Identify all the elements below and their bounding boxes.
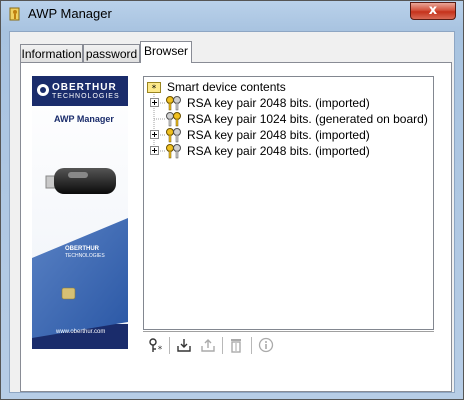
key-pair-icon [166, 96, 181, 111]
info-icon [258, 337, 274, 353]
tree-root-label: Smart device contents [167, 80, 286, 94]
tab-password[interactable]: password [83, 44, 140, 63]
export-button[interactable] [200, 337, 216, 353]
generate-key-button[interactable]: * [148, 337, 164, 355]
banner-brand: OBERTHUR [52, 82, 117, 93]
banner-brand-sub: TECHNOLOGIES [52, 93, 120, 100]
oberthur-banner: OBERTHUR TECHNOLOGIES AWP Manager OBERTH… [32, 76, 128, 349]
toolbar-divider [143, 331, 434, 332]
tree-item-label: RSA key pair 2048 bits. (imported) [187, 128, 370, 142]
card-brand-sub: TECHNOLOGIES [65, 253, 105, 259]
tree-item-label: RSA key pair 1024 bits. (generated on bo… [187, 112, 428, 126]
expand-plus-icon[interactable] [150, 98, 159, 107]
properties-button[interactable] [258, 337, 274, 353]
banner-product: AWP Manager [54, 114, 114, 124]
key-pair-icon [166, 128, 181, 143]
toolbar-separator [169, 337, 170, 354]
dialog-client-area: Information password Browser OBERTHUR TE… [9, 31, 455, 393]
tab-label: Information [21, 47, 82, 61]
tab-label: password [85, 47, 138, 61]
expand-plus-icon[interactable] [150, 146, 159, 155]
app-icon [9, 7, 20, 21]
key-star-icon: * [149, 338, 163, 355]
close-icon: x [428, 3, 438, 18]
toolbar-separator [222, 337, 223, 354]
tab-information[interactable]: Information [20, 44, 83, 63]
import-button[interactable] [176, 337, 192, 353]
awp-manager-window: AWP Manager x Information password Brows… [0, 0, 464, 400]
window-title: AWP Manager [28, 6, 112, 21]
delete-button[interactable] [228, 337, 244, 353]
close-button[interactable]: x [410, 2, 456, 20]
title-bar[interactable]: AWP Manager x [1, 1, 463, 27]
key-pair-icon [166, 144, 181, 159]
export-icon [201, 339, 215, 352]
tab-browser[interactable]: Browser [140, 41, 192, 63]
tree-item-label: RSA key pair 2048 bits. (imported) [187, 96, 370, 110]
key-pair-icon [166, 112, 181, 127]
trash-icon [231, 339, 241, 353]
toolbar-separator [251, 337, 252, 354]
tab-label: Browser [143, 44, 188, 58]
expand-plus-icon[interactable] [150, 130, 159, 139]
banner-url: www.oberthur.com [56, 329, 106, 335]
svg-text:*: * [158, 345, 163, 353]
card-brand: OBERTHUR [65, 246, 99, 252]
smart-device-tree[interactable]: * Smart device contents RSA key pair 204… [143, 76, 434, 330]
tree-item-label: RSA key pair 2048 bits. (imported) [187, 144, 370, 158]
import-icon [177, 339, 191, 352]
